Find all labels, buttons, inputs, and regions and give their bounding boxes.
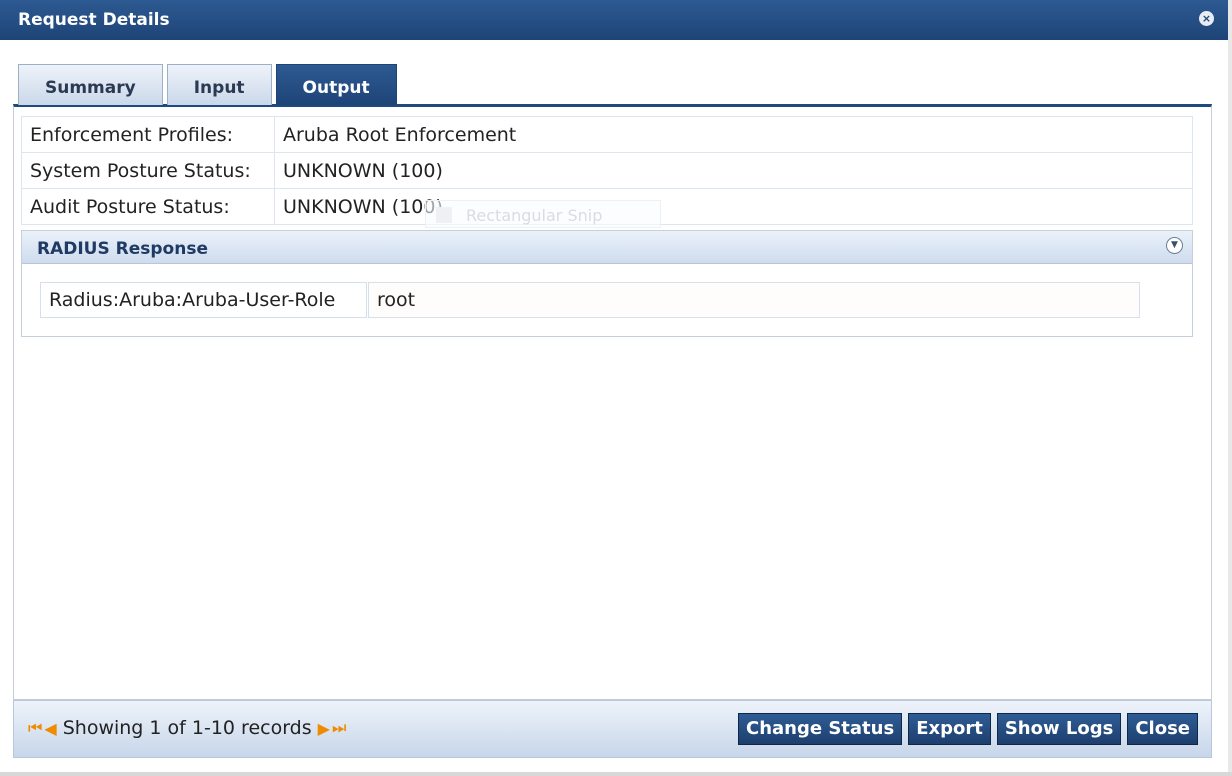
radius-response-header[interactable]: RADIUS Response ▼ (22, 231, 1192, 264)
system-posture-label: System Posture Status: (21, 152, 275, 189)
window-edge (1228, 0, 1232, 776)
close-button[interactable]: Close (1127, 713, 1198, 745)
table-row: Radius:Aruba:Aruba-User-Role root (40, 282, 1140, 318)
rectangular-snip-overlay: Rectangular Snip (425, 200, 661, 228)
audit-posture-label: Audit Posture Status: (21, 188, 275, 225)
radius-attribute-name: Radius:Aruba:Aruba-User-Role (40, 282, 367, 318)
collapse-icon[interactable]: ▼ (1166, 237, 1183, 254)
next-page-icon[interactable]: ▶ (318, 719, 330, 738)
first-page-icon[interactable]: ⏮ (28, 718, 42, 738)
system-posture-value: UNKNOWN (100) (274, 152, 1193, 189)
change-status-button[interactable]: Change Status (738, 713, 903, 745)
footer-buttons: Change Status Export Show Logs Close (738, 713, 1198, 745)
tab-summary[interactable]: Summary (18, 64, 163, 105)
tab-bar: Summary Input Output (18, 64, 397, 106)
enforcement-profiles-label: Enforcement Profiles: (21, 116, 275, 153)
radius-attribute-value: root (368, 282, 1140, 318)
last-page-icon[interactable]: ⏭ (332, 718, 346, 738)
snip-overlay-label: Rectangular Snip (466, 206, 603, 225)
enforcement-profiles-value: Aruba Root Enforcement (274, 116, 1193, 153)
radius-response-title: RADIUS Response (37, 239, 208, 259)
dialog-footer: ⏮ ◀ Showing 1 of 1-10 records ▶ ⏭ Change… (13, 700, 1212, 758)
table-row: System Posture Status: UNKNOWN (100) (21, 152, 1193, 189)
radius-response-panel: RADIUS Response ▼ Radius:Aruba:Aruba-Use… (21, 230, 1193, 337)
previous-page-icon[interactable]: ◀ (44, 719, 56, 738)
tab-input[interactable]: Input (166, 64, 272, 105)
tab-output[interactable]: Output (275, 64, 397, 105)
table-row: Enforcement Profiles: Aruba Root Enforce… (21, 116, 1193, 153)
show-logs-button[interactable]: Show Logs (996, 713, 1122, 745)
window-title: Request Details (18, 10, 170, 30)
close-icon[interactable]: × (1199, 11, 1214, 26)
pager: ⏮ ◀ Showing 1 of 1-10 records ▶ ⏭ (28, 717, 348, 739)
bottom-edge (0, 772, 1232, 776)
audit-posture-value: UNKNOWN (100) (274, 188, 1193, 225)
pager-status-text: Showing 1 of 1-10 records (62, 717, 312, 739)
scissors-icon (436, 207, 452, 223)
export-button[interactable]: Export (908, 713, 991, 745)
window-titlebar: Request Details × (0, 0, 1228, 40)
